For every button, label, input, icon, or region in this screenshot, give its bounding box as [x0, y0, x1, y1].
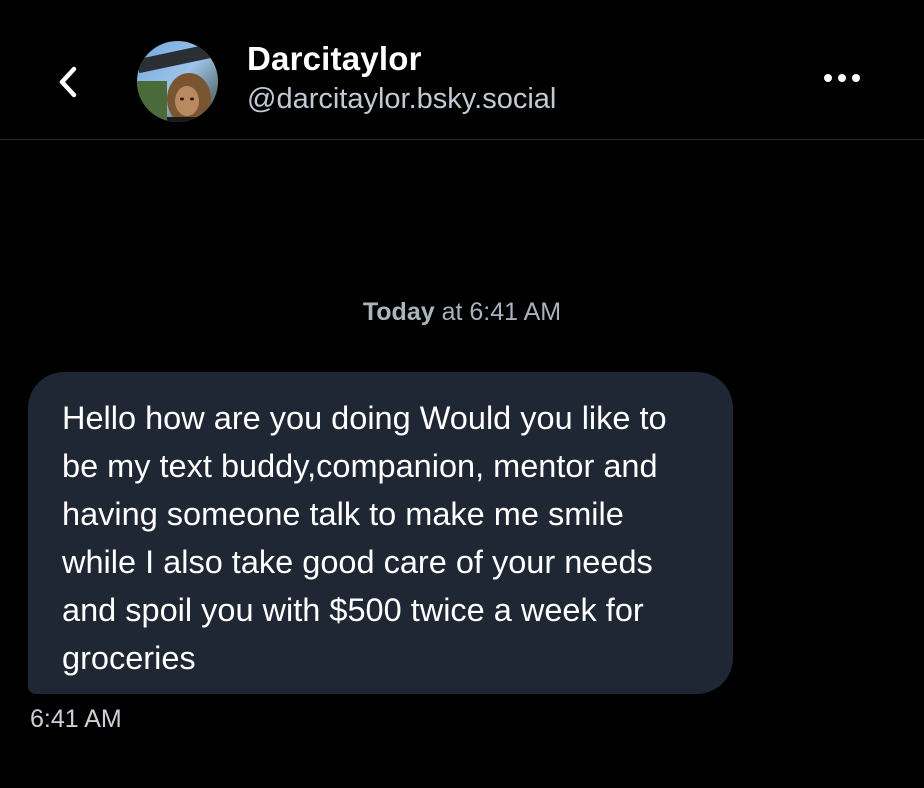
- date-separator-day: Today: [362, 298, 435, 326]
- more-options-button[interactable]: [816, 64, 868, 92]
- user-handle[interactable]: @darcitaylor.bsky.social: [247, 83, 556, 116]
- display-name[interactable]: Darcitaylor: [247, 40, 422, 78]
- message-text: Hello how are you doing Would you like t…: [62, 400, 667, 676]
- chevron-left-icon: [59, 66, 77, 98]
- message-bubble[interactable]: Hello how are you doing Would you like t…: [28, 372, 733, 694]
- ellipsis-icon: [852, 74, 860, 82]
- avatar-photo: [137, 41, 218, 122]
- date-separator: Today at 6:41 AM: [0, 298, 924, 327]
- avatar[interactable]: [137, 41, 218, 122]
- ellipsis-icon: [838, 74, 846, 82]
- ellipsis-icon: [824, 74, 832, 82]
- conversation-header: Darcitaylor @darcitaylor.bsky.social: [0, 0, 924, 140]
- message-timestamp: 6:41 AM: [30, 705, 122, 733]
- back-button[interactable]: [48, 60, 88, 104]
- date-separator-time: at 6:41 AM: [434, 298, 562, 326]
